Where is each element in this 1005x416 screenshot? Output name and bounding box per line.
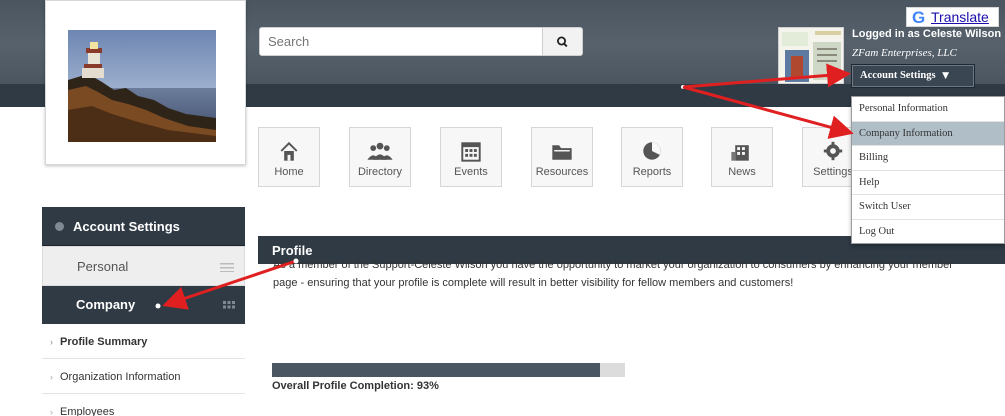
search-button[interactable]	[543, 27, 583, 56]
search-input[interactable]	[259, 27, 543, 56]
nav-label-directory: Directory	[357, 166, 402, 178]
sidebar-sub-employees[interactable]: › Employees	[42, 396, 245, 416]
nav-tile-directory[interactable]: Directory	[349, 127, 411, 187]
calendar-icon	[461, 142, 481, 162]
profile-completion-bar	[272, 363, 625, 377]
nav-label-reports: Reports	[632, 166, 672, 178]
nav-tile-reports[interactable]: Reports	[621, 127, 683, 187]
account-settings-button[interactable]: Account Settings ▼	[851, 64, 975, 88]
translate-link[interactable]: Translate	[931, 9, 989, 25]
menu-item-company-information[interactable]: Company Information	[852, 121, 1004, 146]
folder-icon	[552, 145, 572, 160]
home-icon	[280, 141, 298, 161]
nav-tile-resources[interactable]: Resources	[531, 127, 593, 187]
search-icon	[556, 36, 568, 48]
menu-item-help[interactable]: Help	[852, 171, 1004, 195]
profile-completion-fill	[272, 363, 601, 377]
chevron-right-icon: ›	[50, 337, 53, 347]
sub-item-label: Profile Summary	[60, 336, 148, 348]
nav-label-resources: Resources	[535, 166, 589, 178]
sidebar-sub-organization-information[interactable]: › Organization Information	[42, 361, 245, 394]
page-root: G Translate Logged in as Celeste Wilson …	[0, 0, 1005, 416]
nav-label-events: Events	[454, 166, 488, 178]
avatar[interactable]	[778, 27, 844, 84]
sidebar-item-label: Personal	[77, 259, 129, 274]
sidebar-sub-profile-summary[interactable]: › Profile Summary	[42, 326, 245, 359]
menu-item-switch-user[interactable]: Switch User	[852, 195, 1004, 220]
bullet-icon	[55, 222, 64, 231]
people-icon	[367, 142, 393, 160]
nav-label-news: News	[728, 166, 756, 178]
building-icon	[731, 145, 749, 161]
nav-tile-home[interactable]: Home	[258, 127, 320, 187]
sidebar-header[interactable]: Account Settings	[42, 207, 245, 246]
grid-handle-icon	[223, 301, 235, 309]
nav-tile-news[interactable]: News	[711, 127, 773, 187]
menu-item-log-out[interactable]: Log Out	[852, 220, 1004, 245]
sidebar-item-label: Company	[76, 297, 136, 312]
nav-tile-events[interactable]: Events	[440, 127, 502, 187]
company-name: ZFam Enterprises, LLC	[852, 47, 957, 59]
pie-chart-icon	[643, 142, 661, 160]
logged-in-text: Logged in as Celeste Wilson	[852, 28, 1002, 40]
menu-item-billing[interactable]: Billing	[852, 146, 1004, 171]
chevron-right-icon: ›	[50, 407, 53, 416]
profile-completion-label: Overall Profile Completion: 93%	[272, 380, 439, 392]
organization-logo[interactable]	[45, 0, 246, 165]
sub-item-label: Organization Information	[60, 371, 181, 383]
sidebar-item-company[interactable]: Company	[42, 286, 245, 324]
sub-item-label: Employees	[60, 406, 115, 416]
account-settings-label: Account Settings	[860, 70, 936, 81]
menu-item-personal-information[interactable]: Personal Information	[852, 97, 1004, 122]
sidebar-title: Account Settings	[73, 219, 180, 234]
drag-handle-icon	[220, 263, 234, 272]
chevron-right-icon: ›	[50, 372, 53, 382]
translate-widget[interactable]: G Translate	[906, 7, 999, 27]
profile-intro-text: As a member of the Support-Celeste Wilso…	[273, 259, 953, 289]
nav-label-home: Home	[274, 166, 304, 178]
sidebar-item-personal[interactable]: Personal	[42, 246, 245, 286]
account-settings-menu: Personal Information Company Information…	[851, 96, 1005, 244]
caret-down-icon: ▼	[942, 71, 950, 81]
lighthouse-image	[68, 30, 216, 142]
google-g-logo: G	[912, 8, 926, 27]
